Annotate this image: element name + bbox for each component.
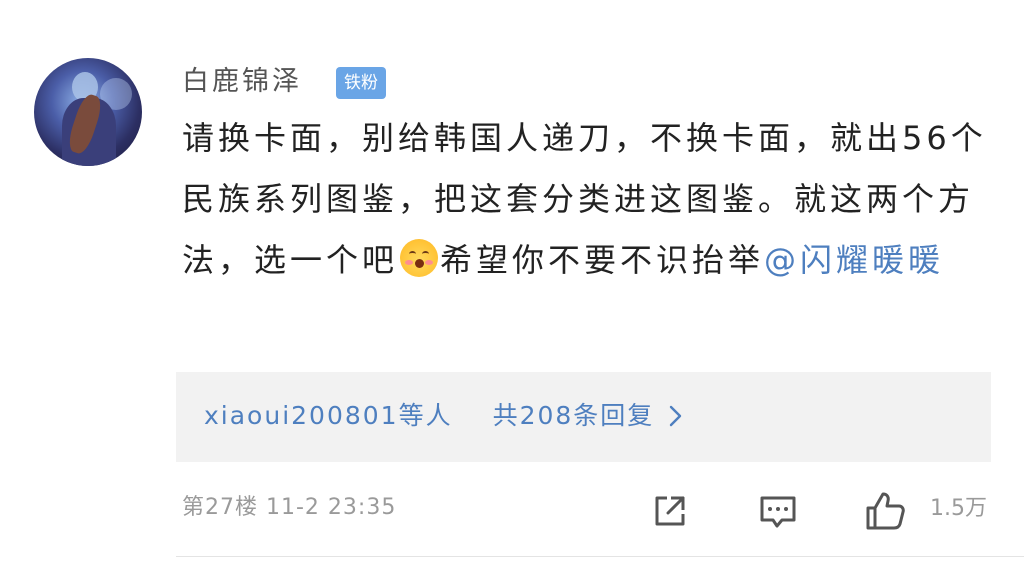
reply-count: 共208条回复 xyxy=(492,401,655,430)
divider xyxy=(176,556,1024,557)
mention-link[interactable]: @闪耀暖暖 xyxy=(764,241,944,279)
replies-preview[interactable]: xiaoui200801等人 共208条回复 xyxy=(176,372,991,462)
fan-badge: 铁粉 xyxy=(336,67,386,99)
share-icon[interactable] xyxy=(649,490,691,532)
like-count: 1.5万 xyxy=(930,496,987,521)
comment-text: 请换卡面，别给韩国人递刀，不换卡面，就出56个民族系列图鉴，把这套分类进这图鉴。… xyxy=(182,108,992,291)
floor-time: 第27楼 11-2 23:35 xyxy=(182,495,397,520)
repliers-text: xiaoui200801等人 xyxy=(204,401,453,430)
thumbs-up-icon[interactable] xyxy=(864,490,906,532)
comment-icon[interactable] xyxy=(757,490,799,532)
smiling-blush-emoji-icon xyxy=(400,239,439,277)
username[interactable]: 白鹿锦泽 xyxy=(182,62,302,102)
avatar[interactable] xyxy=(34,58,142,166)
chevron-right-icon xyxy=(669,405,682,427)
replies-summary[interactable]: xiaoui200801等人 共208条回复 xyxy=(204,396,654,436)
comment-text-part2: 希望你不要不识抬举 xyxy=(440,241,765,279)
